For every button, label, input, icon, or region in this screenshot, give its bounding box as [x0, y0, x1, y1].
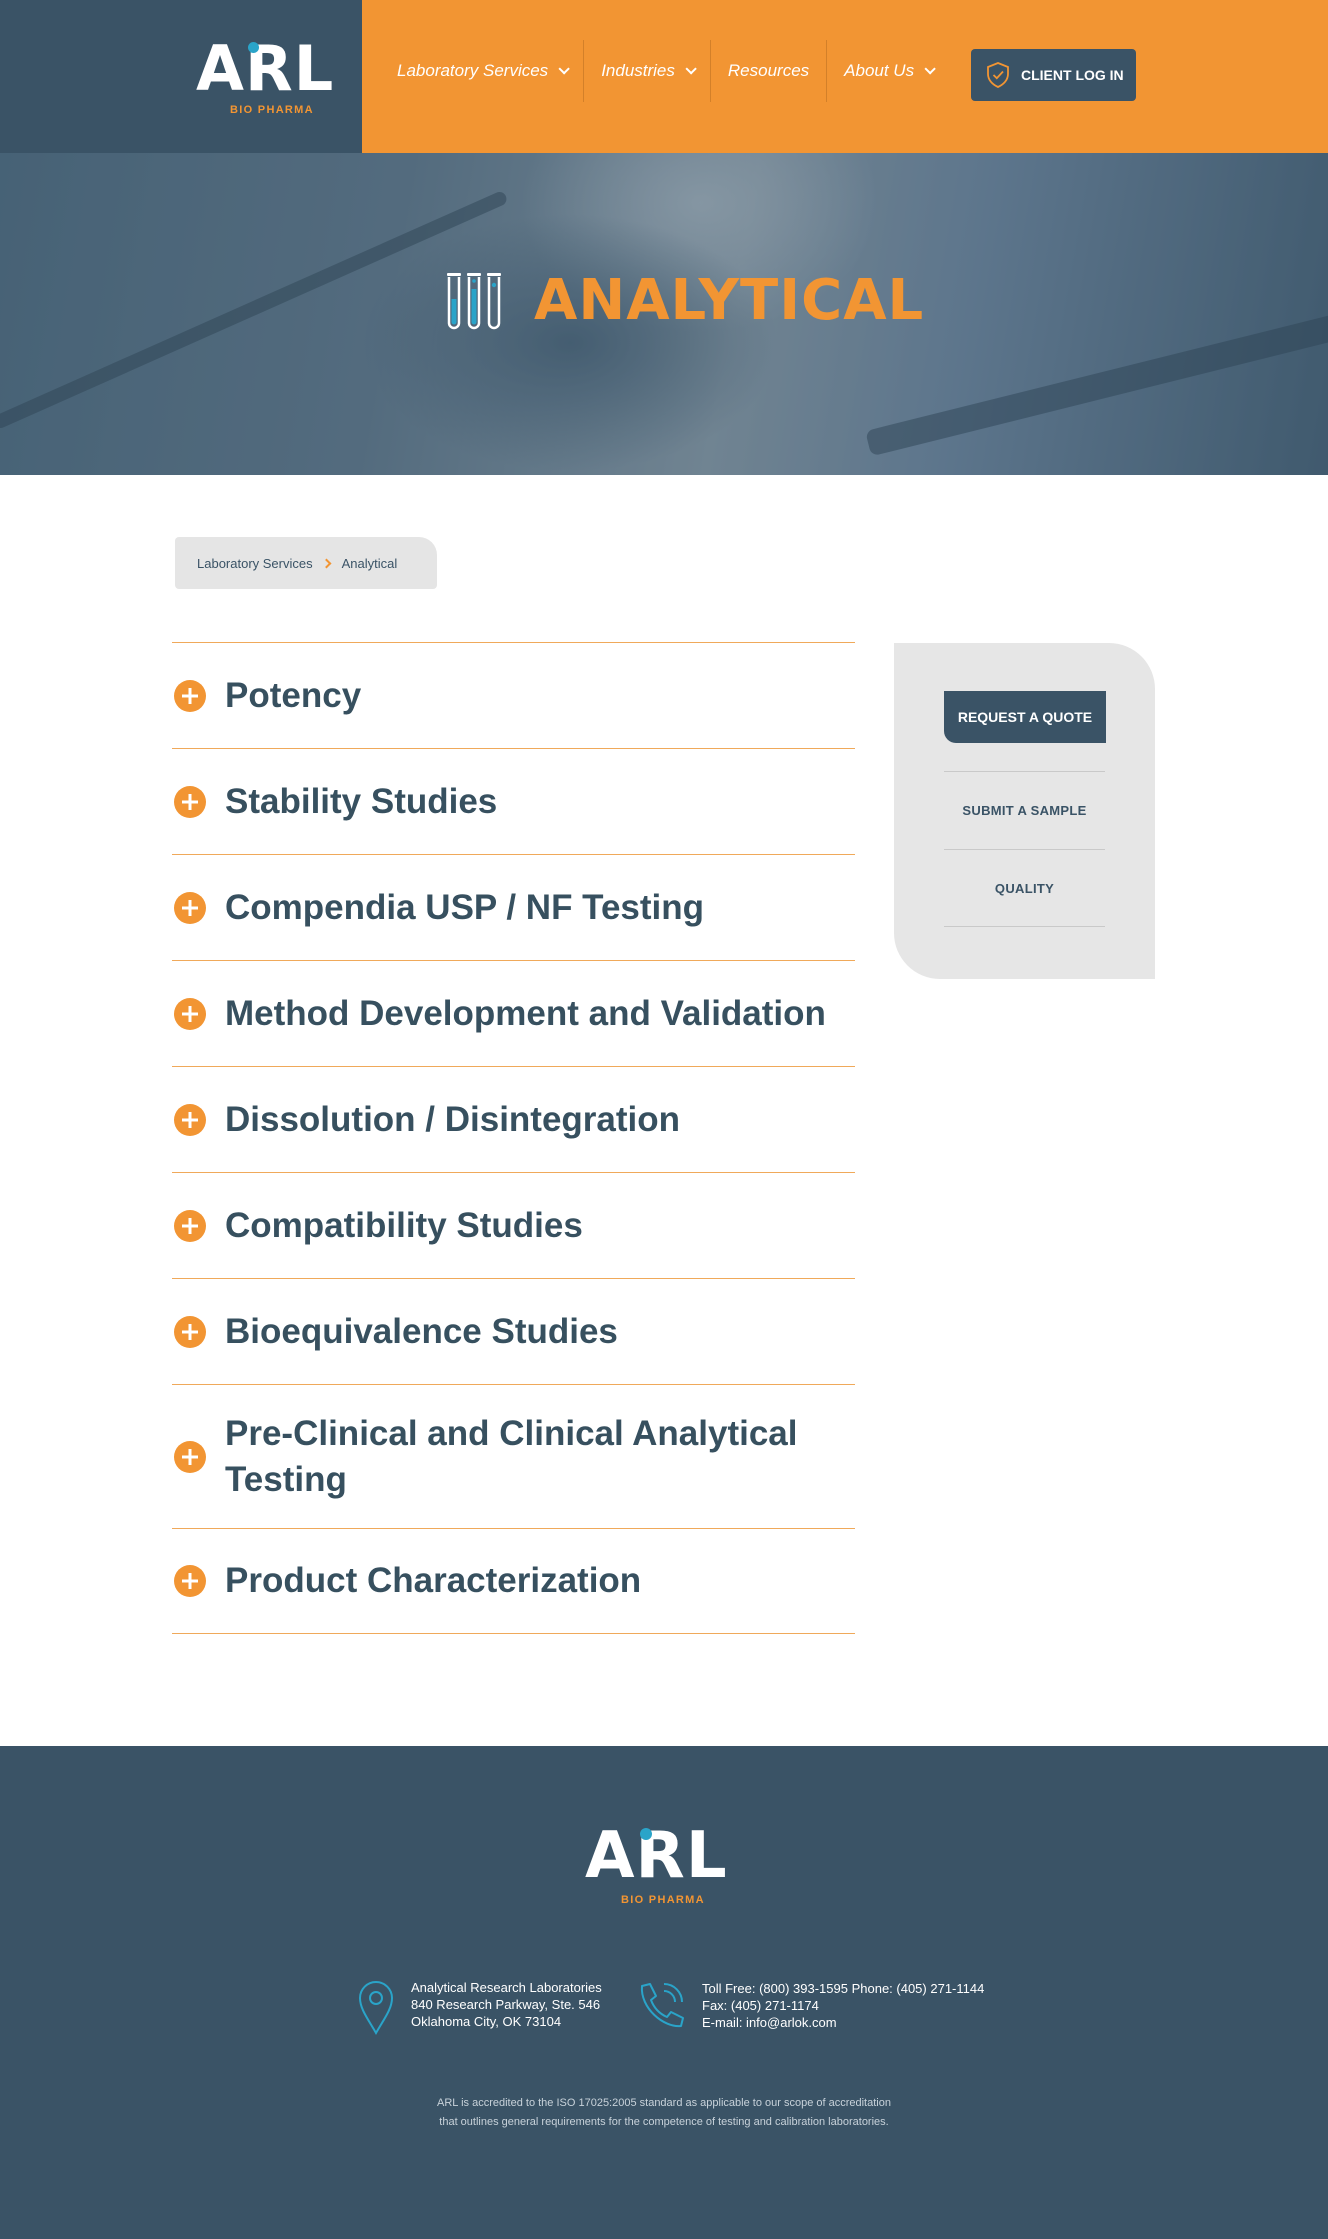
accreditation-line: that outlines general requirements for t… — [439, 2116, 889, 2128]
accordion-title: Stability Studies — [225, 781, 498, 821]
client-login-button[interactable]: CLIENT LOG IN — [971, 49, 1136, 101]
services-accordion: Potency Stability Studies Compendia USP … — [172, 642, 855, 1634]
accordion-title: Compendia USP / NF Testing — [225, 887, 705, 927]
address-line: 840 Research Parkway, Ste. 546 — [411, 1997, 601, 2012]
site-footer: ARL BIO PHARMA Analytical Research Labor… — [0, 1746, 1328, 2239]
footer-address: Analytical Research Laboratories 840 Res… — [357, 1979, 602, 2035]
accordion-item-dissolution[interactable]: Dissolution / Disintegration — [172, 1067, 855, 1173]
plus-circle-icon[interactable] — [174, 1103, 206, 1136]
accordion-item-product-characterization[interactable]: Product Characterization — [172, 1529, 855, 1634]
accordion-item-bioequivalence-studies[interactable]: Bioequivalence Studies — [172, 1279, 855, 1385]
request-quote-button[interactable]: REQUEST A QUOTE — [944, 691, 1106, 743]
chevron-down-icon — [685, 63, 697, 75]
logo-subtitle: BIO PHARMA — [230, 104, 314, 116]
logo-panel: ARL BIO PHARMA — [0, 0, 362, 153]
accordion-item-compatibility-studies[interactable]: Compatibility Studies — [172, 1173, 855, 1279]
accordion-title: Pre-Clinical and Clinical Analytical Tes… — [225, 1413, 798, 1499]
footer-logo-subtitle: BIO PHARMA — [621, 1894, 705, 1906]
nav-laboratory-services[interactable]: Laboratory Services — [380, 40, 585, 102]
hero-title-group: ANALYTICAL — [444, 269, 924, 333]
accreditation-note: ARL is accredited to the ISO 17025:2005 … — [364, 2094, 964, 2132]
breadcrumb: Laboratory Services Analytical — [175, 537, 437, 589]
nav-label: Resources — [727, 61, 810, 80]
main-nav: Laboratory Services Industries Resources… — [380, 40, 949, 102]
client-login-label: CLIENT LOG IN — [1021, 67, 1124, 83]
accreditation-line: ARL is accredited to the ISO 17025:2005 … — [437, 2097, 891, 2109]
accordion-title: Compatibility Studies — [225, 1205, 583, 1245]
accordion-item-clinical-testing[interactable]: Pre-Clinical and Clinical Analytical Tes… — [172, 1385, 855, 1529]
plus-circle-icon[interactable] — [174, 785, 206, 818]
plus-circle-icon[interactable] — [174, 1209, 206, 1242]
logo-dot-icon — [640, 1828, 652, 1840]
quality-link[interactable]: QUALITY — [944, 849, 1105, 927]
address-line: Oklahoma City, OK 73104 — [411, 2014, 562, 2029]
accordion-title: Method Development and Validation — [225, 993, 826, 1033]
breadcrumb-current: Analytical — [341, 555, 398, 571]
nav-about-us[interactable]: About Us — [827, 40, 949, 102]
accordion-title: Bioequivalence Studies — [225, 1311, 618, 1351]
plus-circle-icon[interactable] — [174, 997, 206, 1030]
hero-banner: ANALYTICAL — [0, 153, 1328, 475]
submit-sample-link[interactable]: SUBMIT A SAMPLE — [944, 771, 1105, 849]
shield-check-icon — [987, 62, 1009, 88]
plus-circle-icon[interactable] — [174, 891, 206, 924]
arl-logo[interactable]: ARL BIO PHARMA — [196, 38, 342, 118]
logo-dot-icon — [248, 42, 259, 53]
plus-circle-icon[interactable] — [174, 679, 206, 712]
phone-icon — [640, 1983, 684, 2028]
logo-text: ARL — [196, 32, 335, 105]
accordion-item-potency[interactable]: Potency — [172, 643, 855, 749]
footer-arl-logo[interactable]: ARL BIO PHARMA — [585, 1824, 745, 1914]
contact-email[interactable]: E-mail: info@arlok.com — [702, 2014, 984, 2031]
nav-label: Industries — [601, 61, 675, 80]
chevron-down-icon — [558, 63, 570, 75]
address-line: Analytical Research Laboratories — [411, 1980, 602, 1995]
plus-circle-icon[interactable] — [174, 1315, 206, 1348]
contact-phone: Toll Free: (800) 393-1595 Phone: (405) 2… — [702, 1981, 985, 1996]
breadcrumb-link-laboratory-services[interactable]: Laboratory Services — [197, 556, 313, 571]
nav-industries[interactable]: Industries — [584, 40, 711, 102]
accordion-item-stability-studies[interactable]: Stability Studies — [172, 749, 855, 855]
site-header: ARL BIO PHARMA Laboratory Services Indus… — [0, 0, 1328, 153]
accordion-title: Product Characterization — [225, 1561, 642, 1600]
accordion-title: Dissolution / Disintegration — [225, 1099, 681, 1139]
plus-circle-icon[interactable] — [174, 1565, 206, 1597]
footer-contact: Toll Free: (800) 393-1595 Phone: (405) 2… — [634, 1980, 984, 2031]
map-pin-icon — [358, 1981, 394, 2035]
contact-fax: Fax: (405) 271-1174 — [702, 1998, 819, 2013]
chevron-down-icon — [924, 63, 936, 75]
accordion-title: Potency — [225, 675, 362, 715]
nav-label: Laboratory Services — [397, 61, 549, 80]
plus-circle-icon[interactable] — [174, 1440, 206, 1473]
footer-logo-text: ARL — [585, 1819, 728, 1893]
page-title: ANALYTICAL — [534, 268, 925, 333]
accordion-item-method-development[interactable]: Method Development and Validation — [172, 961, 855, 1067]
sidebar-actions: REQUEST A QUOTE SUBMIT A SAMPLE QUALITY — [894, 643, 1155, 979]
accordion-item-compendia-testing[interactable]: Compendia USP / NF Testing — [172, 855, 855, 961]
nav-resources[interactable]: Resources — [711, 40, 828, 102]
chevron-right-icon — [321, 558, 332, 568]
nav-label: About Us — [844, 61, 915, 80]
test-tubes-icon — [447, 273, 501, 330]
